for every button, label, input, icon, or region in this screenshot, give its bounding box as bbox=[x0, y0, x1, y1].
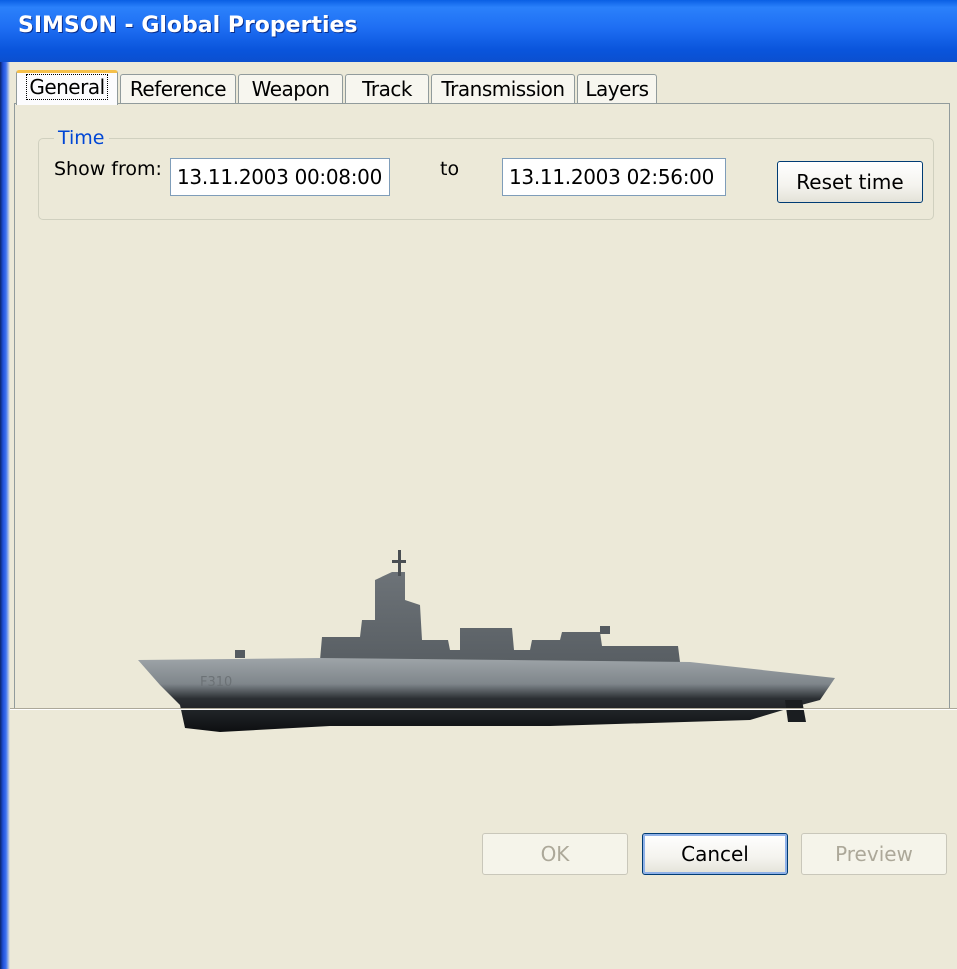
dialog-window: SIMSON - Global Properties General Refer… bbox=[0, 0, 957, 969]
tab-track[interactable]: Track bbox=[345, 74, 429, 104]
to-label: to bbox=[440, 158, 460, 180]
tab-label: General bbox=[26, 74, 108, 100]
tab-label: Weapon bbox=[251, 77, 330, 101]
ok-button[interactable]: OK bbox=[482, 833, 628, 875]
tab-layers[interactable]: Layers bbox=[577, 74, 657, 104]
tab-label: Track bbox=[362, 77, 412, 101]
tab-reference[interactable]: Reference bbox=[120, 74, 236, 104]
show-from-label: Show from: bbox=[54, 158, 162, 180]
show-from-input[interactable]: 13.11.2003 00:08:00 bbox=[170, 158, 390, 196]
window-title: SIMSON - Global Properties bbox=[18, 13, 358, 38]
hull-marking-text: F310 bbox=[200, 675, 232, 690]
tab-general[interactable]: General bbox=[16, 70, 118, 105]
title-bar[interactable]: SIMSON - Global Properties bbox=[0, 0, 957, 62]
time-group-title: Time bbox=[54, 127, 109, 149]
cancel-button[interactable]: Cancel bbox=[642, 833, 788, 875]
footer-separator bbox=[10, 708, 957, 710]
preview-button[interactable]: Preview bbox=[801, 833, 947, 875]
tab-label: Layers bbox=[585, 77, 649, 101]
tab-weapon[interactable]: Weapon bbox=[238, 74, 343, 104]
window-left-border bbox=[0, 62, 10, 969]
tab-label: Reference bbox=[129, 77, 227, 101]
reset-time-button[interactable]: Reset time bbox=[777, 161, 923, 203]
show-to-input[interactable]: 13.11.2003 02:56:00 bbox=[502, 158, 726, 196]
tab-label: Transmission bbox=[441, 77, 565, 101]
frigate-ship-image: F310 bbox=[138, 550, 835, 732]
tab-transmission[interactable]: Transmission bbox=[431, 74, 575, 104]
